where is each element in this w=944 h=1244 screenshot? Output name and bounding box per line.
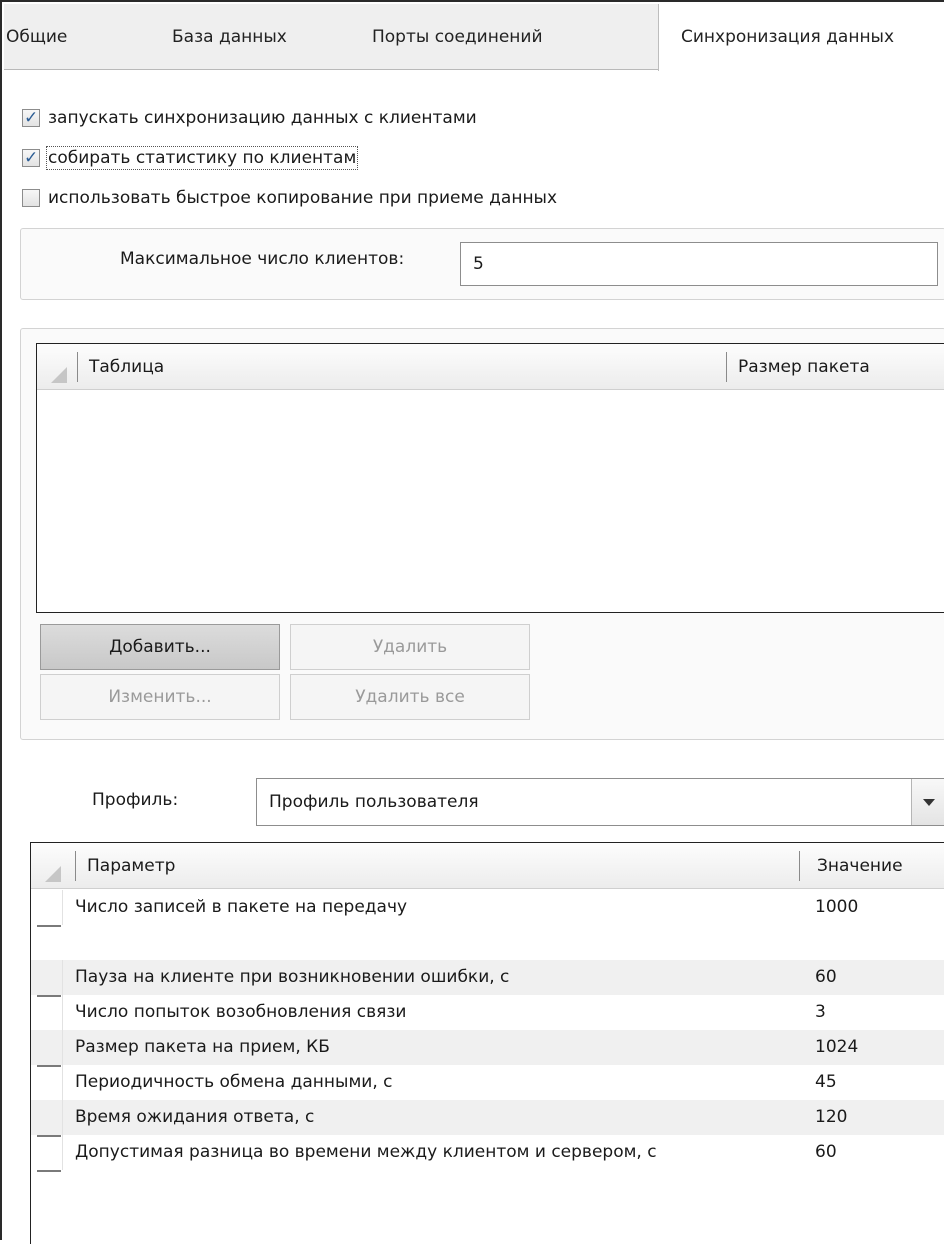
column-separator[interactable] xyxy=(799,851,800,881)
profile-value: Профиль пользователя xyxy=(269,792,479,812)
dropdown-button[interactable] xyxy=(911,779,944,825)
param-name: Число записей в пакете на передачу xyxy=(75,897,408,917)
param-value[interactable]: 1024 xyxy=(815,1030,858,1065)
row-indicator[interactable] xyxy=(33,1065,63,1102)
add-button[interactable]: Добавить... xyxy=(40,624,280,670)
table-row[interactable]: Пауза на клиенте при возникновении ошибк… xyxy=(31,960,944,997)
row-indicator[interactable] xyxy=(33,960,63,997)
column-separator[interactable] xyxy=(726,352,727,382)
param-value[interactable]: 45 xyxy=(815,1065,837,1100)
param-name: Время ожидания ответа, с xyxy=(75,1107,315,1127)
params-grid[interactable]: Параметр Значение Число записей в пакете… xyxy=(30,842,944,1244)
param-name: Периодичность обмена данными, с xyxy=(75,1072,393,1092)
table-row[interactable]: Число попыток возобновления связи 3 xyxy=(31,995,944,1032)
fast-copy-label: использовать быстрое копирование при при… xyxy=(48,188,558,208)
remove-button[interactable]: Удалить xyxy=(290,624,530,670)
remove-all-button[interactable]: Удалить все xyxy=(290,674,530,720)
row-indicator[interactable] xyxy=(33,1030,63,1067)
collect-stats-option[interactable]: ✓ собирать статистику по клиентам xyxy=(22,145,359,171)
column-packet-size[interactable]: Размер пакета xyxy=(738,344,870,390)
param-value[interactable]: 120 xyxy=(815,1100,847,1135)
grid-corner-icon xyxy=(51,367,67,383)
table-row[interactable]: Допустимая разница во времени между клие… xyxy=(31,1135,944,1172)
table-row[interactable]: Время ожидания ответа, с 120 xyxy=(31,1100,944,1137)
row-indicator[interactable] xyxy=(33,890,63,927)
profile-select[interactable]: Профиль пользователя xyxy=(256,778,944,826)
tab-database[interactable]: База данных xyxy=(172,4,287,70)
tab-strip: Общие База данных Порты соединений Синхр… xyxy=(4,4,944,71)
table-row[interactable]: Размер пакета на прием, КБ 1024 xyxy=(31,1030,944,1067)
tab-connection-ports[interactable]: Порты соединений xyxy=(372,4,543,70)
profile-label: Профиль: xyxy=(92,790,179,810)
tab-data-sync[interactable]: Синхронизация данных xyxy=(658,4,944,71)
param-name: Пауза на клиенте при возникновении ошибк… xyxy=(75,967,510,987)
tab-general[interactable]: Общие xyxy=(6,4,67,70)
tables-grid[interactable]: Таблица Размер пакета xyxy=(36,343,944,613)
param-value[interactable]: 60 xyxy=(815,960,837,995)
column-value[interactable]: Значение xyxy=(817,843,903,889)
table-row[interactable]: Число записей в пакете на передачу 1000 xyxy=(31,890,944,927)
row-indicator[interactable] xyxy=(33,1135,63,1172)
settings-window: Общие База данных Порты соединений Синхр… xyxy=(0,0,944,1244)
collect-stats-checkbox[interactable]: ✓ xyxy=(22,148,40,168)
fast-copy-option[interactable]: использовать быстрое копирование при при… xyxy=(22,185,557,211)
param-value[interactable]: 3 xyxy=(815,995,826,1030)
max-clients-label: Максимальное число клиентов: xyxy=(120,249,405,269)
param-name: Число попыток возобновления связи xyxy=(75,1002,407,1022)
max-clients-input[interactable]: 5 xyxy=(460,242,938,286)
row-indicator[interactable] xyxy=(33,1100,63,1137)
checkmark-icon: ✓ xyxy=(24,148,39,168)
param-value[interactable]: 1000 xyxy=(815,890,858,925)
run-sync-option[interactable]: ✓ запускать синхронизацию данных с клиен… xyxy=(22,105,477,131)
column-table[interactable]: Таблица xyxy=(89,344,164,390)
column-parameter[interactable]: Параметр xyxy=(87,843,175,889)
param-name: Допустимая разница во времени между клие… xyxy=(75,1142,657,1162)
param-name: Размер пакета на прием, КБ xyxy=(75,1037,330,1057)
collect-stats-label: собирать статистику по клиентам xyxy=(45,146,359,170)
row-indicator[interactable] xyxy=(33,995,63,1032)
edit-button[interactable]: Изменить... xyxy=(40,674,280,720)
params-grid-header: Параметр Значение xyxy=(31,843,944,889)
column-separator xyxy=(77,352,78,382)
param-value[interactable]: 60 xyxy=(815,1135,837,1170)
run-sync-label: запускать синхронизацию данных с клиента… xyxy=(48,108,477,128)
table-row[interactable]: Периодичность обмена данными, с 45 xyxy=(31,1065,944,1102)
chevron-down-icon xyxy=(923,799,935,806)
column-separator xyxy=(75,851,76,881)
fast-copy-checkbox[interactable] xyxy=(22,189,40,207)
checkmark-icon: ✓ xyxy=(24,108,39,128)
run-sync-checkbox[interactable]: ✓ xyxy=(22,108,40,128)
tables-grid-header: Таблица Размер пакета xyxy=(37,344,944,390)
grid-corner-icon xyxy=(45,866,61,882)
